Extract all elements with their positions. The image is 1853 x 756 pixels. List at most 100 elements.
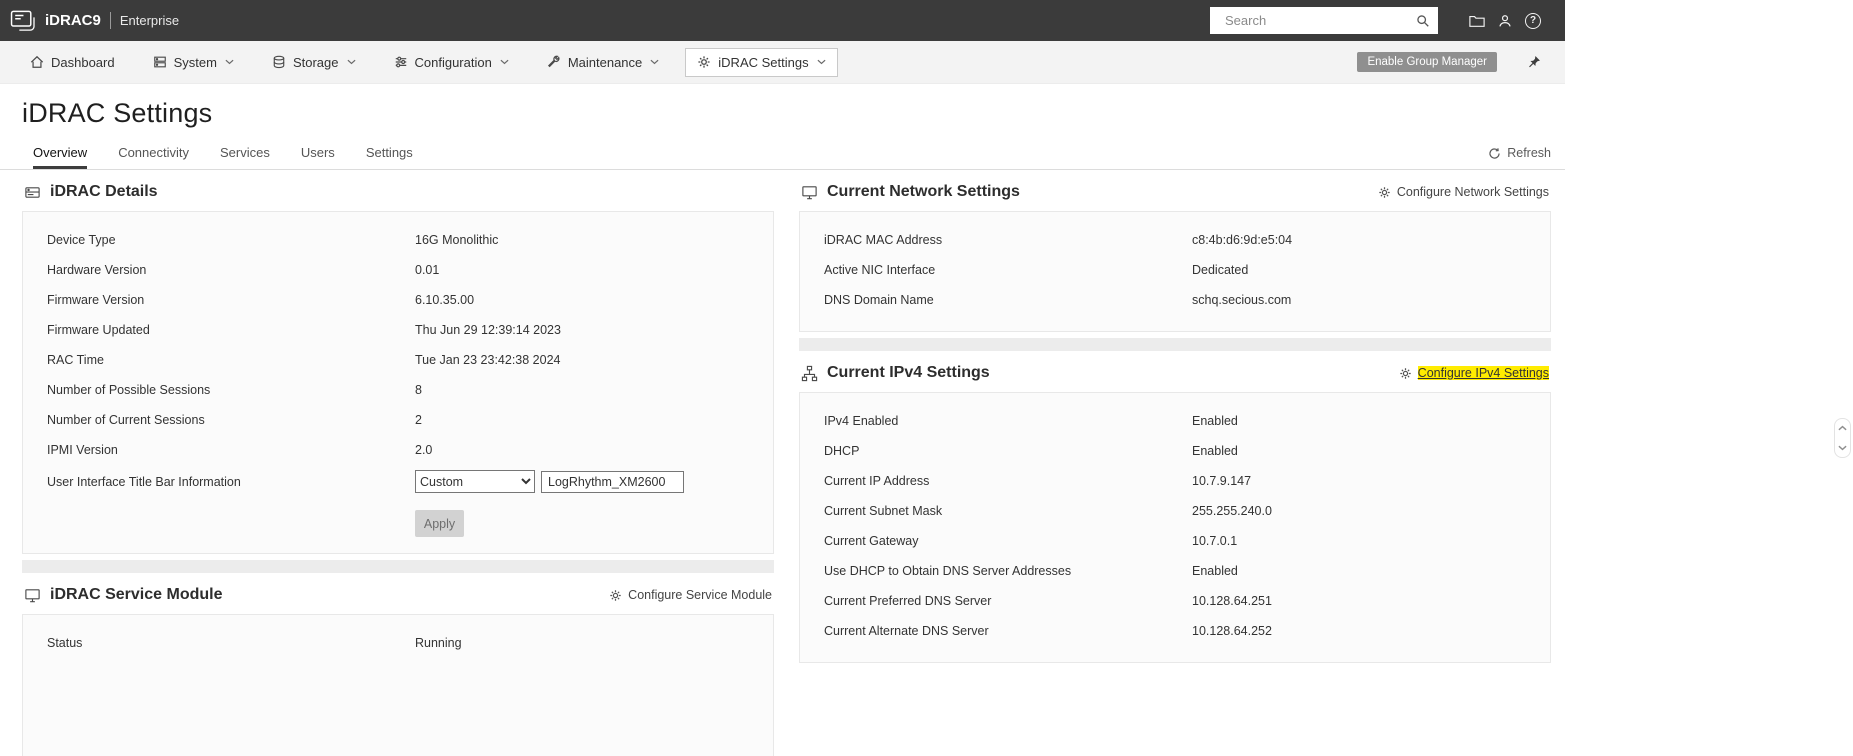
help-icon[interactable]: ? [1525,12,1541,29]
row-value: Tue Jan 23 23:42:38 2024 [415,353,561,367]
detail-row: Device Type 16G Monolithic [23,225,773,255]
row-value: Running [415,636,462,650]
row-label: DNS Domain Name [824,293,934,307]
nav-item-configuration[interactable]: Configuration [382,48,521,77]
configure-service-module-link[interactable]: Configure Service Module [609,588,772,602]
tab-settings[interactable]: Settings [366,145,413,169]
apply-button[interactable]: Apply [415,510,464,537]
row-label: IPv4 Enabled [824,414,899,428]
detail-row: Use DHCP to Obtain DNS Server Addresses … [800,556,1550,586]
row-value: 16G Monolithic [415,233,499,247]
row-value: 0.01 [415,263,440,277]
tab-connectivity[interactable]: Connectivity [118,145,189,169]
row-value: 2.0 [415,443,433,457]
gear-icon [1378,186,1391,199]
chevron-down-icon [346,59,356,65]
monitor-icon [801,184,818,201]
row-label: Status [47,636,83,650]
idrac-app: iDRAC9 Enterprise Search ? Dashboard Sys… [0,0,1565,756]
gear-icon [1399,367,1412,380]
section-divider [799,338,1551,351]
detail-row: iDRAC MAC Address c8:4b:d6:9d:e5:04 [800,225,1550,255]
chevron-down-icon [225,59,234,65]
tab-users[interactable]: Users [301,145,335,169]
row-label: DHCP [824,444,860,458]
row-label: Use DHCP to Obtain DNS Server Addresses [824,564,1072,578]
search-box [1210,7,1438,34]
detail-row: Current Gateway 10.7.0.1 [800,526,1550,556]
row-label: Current Gateway [824,534,919,548]
refresh-button[interactable]: Refresh [1488,146,1551,169]
detail-row: Current Alternate DNS Server 10.128.64.2… [800,616,1550,646]
row-label: Device Type [47,233,116,247]
scrollbar[interactable] [1834,418,1851,458]
refresh-label: Refresh [1507,146,1551,160]
title-bar-row: User Interface Title Bar Information Cus… [23,465,773,498]
nav-item-system[interactable]: System [141,48,246,77]
main-navbar: Dashboard System Storage Configuration M… [0,41,1565,84]
gear-icon [697,55,711,69]
row-value: Thu Jun 29 12:39:14 2023 [415,323,561,337]
nav-label: Maintenance [567,54,643,70]
chevron-down-icon [650,59,659,65]
detail-row: Status Running [23,628,773,658]
row-label: Current Preferred DNS Server [824,594,992,608]
network-settings-header: Current Network Settings Configure Netwo… [799,170,1551,211]
network-settings-card: iDRAC MAC Address c8:4b:d6:9d:e5:04 Acti… [799,211,1551,332]
detail-row: Current IP Address 10.7.9.147 [800,466,1550,496]
row-value: 10.128.64.251 [1192,594,1272,608]
detail-row: Firmware Updated Thu Jun 29 12:39:14 202… [23,315,773,345]
pin-icon[interactable] [1527,55,1541,69]
search-icon[interactable] [1416,14,1430,28]
detail-row: Current Subnet Mask 255.255.240.0 [800,496,1550,526]
row-label: User Interface Title Bar Information [47,474,241,489]
detail-row: Hardware Version 0.01 [23,255,773,285]
section-title: Current IPv4 Settings [827,364,990,381]
row-label: Current Alternate DNS Server [824,624,989,638]
nav-item-idrac-settings[interactable]: iDRAC Settings [685,47,838,77]
chevron-down-icon [817,59,826,65]
scroll-down-icon[interactable] [1838,445,1847,451]
configure-ipv4-settings-link[interactable]: Configure IPv4 Settings [1399,366,1549,380]
topbar-right: ? [1210,7,1565,34]
detail-row: IPv4 Enabled Enabled [800,406,1550,436]
detail-row: Current Preferred DNS Server 10.128.64.2… [800,586,1550,616]
nav-label: Dashboard [51,54,115,70]
row-label: Current IP Address [824,474,930,488]
title-bar-input[interactable] [541,470,684,493]
row-label: RAC Time [47,353,104,367]
idrac-logo-icon [10,10,36,32]
chevron-down-icon [500,59,509,65]
idrac-details-card: Device Type 16G Monolithic Hardware Vers… [22,211,774,554]
detail-row: RAC Time Tue Jan 23 23:42:38 2024 [23,345,773,375]
configure-label: Configure Network Settings [1396,185,1549,199]
tab-services[interactable]: Services [220,145,270,169]
row-value: schq.secious.com [1192,293,1292,307]
folder-icon[interactable] [1469,14,1485,28]
brand-divider [109,12,111,29]
help-glyph: ? [1529,15,1537,26]
home-icon [30,55,44,69]
sliders-icon [394,55,408,69]
server-details-icon [24,184,41,201]
search-input[interactable] [1210,13,1416,28]
page-title: iDRAC Settings [22,98,213,128]
tab-overview[interactable]: Overview [33,145,88,169]
service-module-header: iDRAC Service Module Configure Service M… [22,573,774,614]
scroll-up-icon[interactable] [1838,425,1847,431]
nav-label: System [173,54,217,70]
title-bar-select[interactable]: Custom [415,470,535,493]
row-value: Enabled [1192,564,1238,578]
nav-item-storage[interactable]: Storage [260,48,368,77]
configure-network-settings-link[interactable]: Configure Network Settings [1378,185,1549,199]
row-label: Active NIC Interface [824,263,936,277]
enable-group-manager-button[interactable]: Enable Group Manager [1357,52,1497,72]
left-column: iDRAC Details Device Type 16G Monolithic… [22,170,774,756]
user-icon[interactable] [1498,14,1512,28]
nav-item-maintenance[interactable]: Maintenance [535,48,671,77]
row-label: Number of Current Sessions [47,413,205,427]
row-value: 6.10.35.00 [415,293,475,307]
nav-label: Storage [292,54,339,70]
detail-row: DHCP Enabled [800,436,1550,466]
nav-item-dashboard[interactable]: Dashboard [18,48,127,77]
